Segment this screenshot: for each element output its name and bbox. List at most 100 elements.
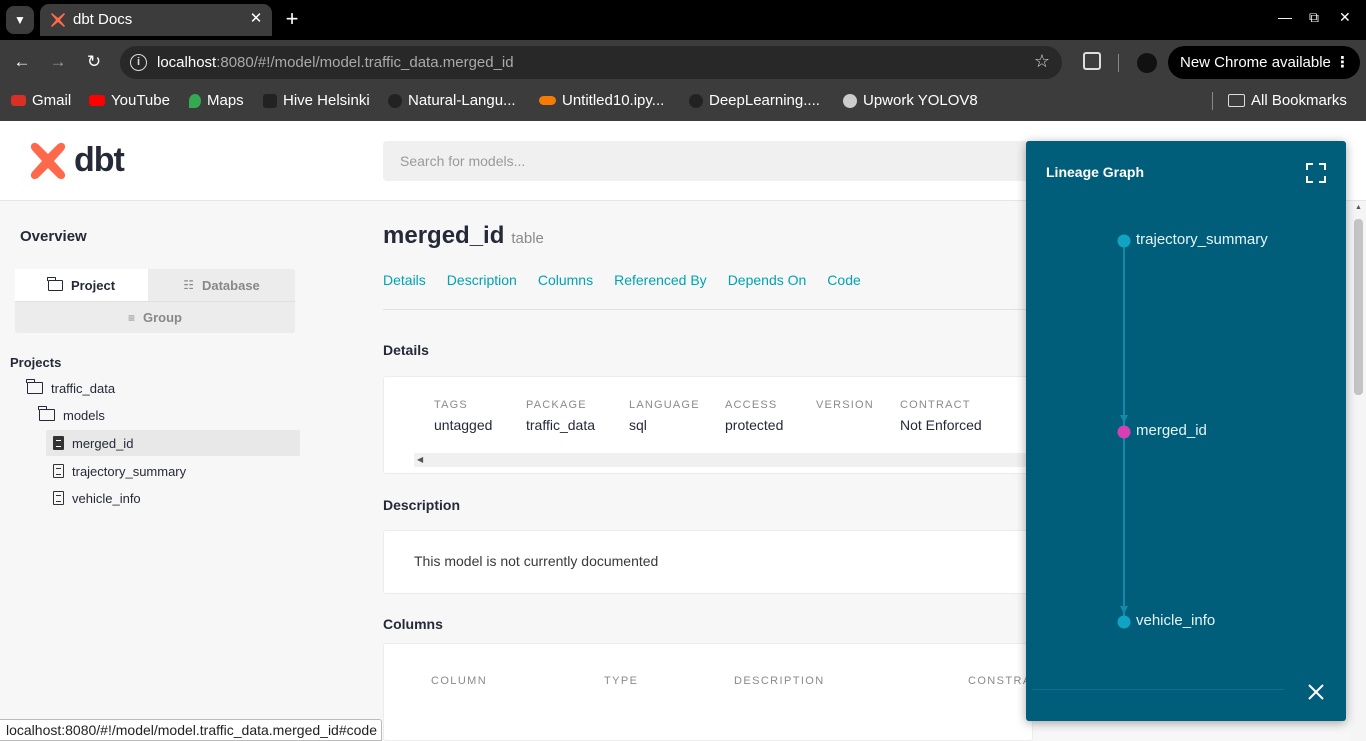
tab-search-button[interactable]: ▼ — [6, 6, 34, 34]
detail-value: Not Enforced — [900, 417, 982, 433]
detail-language: LANGUAGE sql — [629, 399, 700, 433]
tree-item-label: merged_id — [72, 435, 134, 451]
bookmark-label: YouTube — [111, 92, 170, 109]
back-arrow-icon[interactable]: ← — [11, 52, 33, 72]
bookmark-hive[interactable]: Hive Helsinki — [263, 92, 370, 109]
github-icon — [388, 93, 402, 108]
window-close-icon[interactable]: ✕ — [1339, 9, 1351, 26]
detail-key: PACKAGE — [526, 399, 587, 411]
page-vertical-scrollbar[interactable]: ▲ — [1351, 201, 1366, 741]
lineage-node-merged-id[interactable] — [1117, 425, 1131, 439]
dbt-favicon-icon — [51, 13, 65, 27]
tree-folder-models[interactable]: models — [38, 402, 105, 428]
browser-toolbar: ← → ↻ i localhost:8080/#!/model/model.tr… — [0, 40, 1366, 86]
dbt-logo[interactable]: dbt — [28, 141, 125, 180]
bookmark-maps[interactable]: Maps — [189, 92, 244, 109]
scroll-left-icon[interactable]: ◀ — [417, 453, 423, 467]
lineage-node-label[interactable]: vehicle_info — [1136, 612, 1215, 629]
section-nav: Details Description Columns Referenced B… — [383, 272, 861, 288]
reload-icon[interactable]: ↻ — [83, 52, 105, 72]
bookmark-label: Upwork YOLOV8 — [863, 92, 978, 109]
tree-project-traffic-data[interactable]: traffic_data — [26, 375, 115, 401]
bookmark-label: Gmail — [32, 92, 72, 109]
address-bar[interactable]: i localhost:8080/#!/model/model.traffic_… — [120, 46, 1062, 79]
tree-model-merged-id[interactable]: merged_id — [46, 430, 300, 456]
bookmarks-bar: Gmail YouTube Maps Hive Helsinki Natural… — [0, 86, 1366, 121]
browser-tab-bar: ▼ dbt Docs ✕ + — ⧉ ✕ — [0, 0, 1366, 40]
tree-item-label: vehicle_info — [72, 490, 141, 506]
columns-card: COLUMN TYPE DESCRIPTION CONSTRA — [383, 643, 1033, 741]
model-main: merged_id table Details Description Colu… — [383, 202, 1034, 741]
bookmark-gmail[interactable]: Gmail — [11, 92, 71, 109]
overview-link[interactable]: Overview — [20, 228, 87, 245]
tab-database[interactable]: ☷ Database — [148, 269, 295, 301]
bookmark-star-icon[interactable]: ☆ — [1034, 51, 1050, 72]
profile-avatar[interactable] — [1137, 53, 1157, 73]
scrollbar-thumb[interactable] — [1354, 219, 1363, 395]
tab-group[interactable]: ≡ Group — [15, 301, 295, 333]
browser-tab[interactable]: dbt Docs ✕ — [40, 4, 272, 36]
detail-access: ACCESS protected — [725, 399, 783, 433]
bookmark-youtube[interactable]: YouTube — [89, 92, 170, 109]
site-info-icon[interactable]: i — [130, 54, 147, 71]
gmail-icon — [11, 95, 26, 106]
scroll-up-icon[interactable]: ▲ — [1355, 204, 1362, 211]
lineage-node-vehicle-info[interactable] — [1117, 615, 1131, 629]
details-card: TAGS untagged PACKAGE traffic_data LANGU… — [383, 376, 1034, 474]
tab-project[interactable]: Project — [15, 269, 148, 301]
address-url[interactable]: localhost:8080/#!/model/model.traffic_da… — [157, 54, 514, 71]
folder-open-icon — [26, 379, 43, 394]
detail-version: VERSION — [816, 399, 874, 417]
detail-key: VERSION — [816, 399, 874, 411]
divider — [1032, 689, 1284, 690]
close-icon[interactable] — [1306, 682, 1326, 702]
bookmark-colab[interactable]: Untitled10.ipy... — [539, 92, 664, 109]
bookmark-nlp[interactable]: Natural-Langu... — [388, 92, 516, 109]
nav-depends-on[interactable]: Depends On — [728, 272, 807, 288]
folder-open-icon — [38, 406, 55, 421]
lineage-node-label[interactable]: trajectory_summary — [1136, 231, 1268, 248]
hive-icon — [263, 93, 277, 108]
detail-key: TAGS — [434, 399, 468, 411]
database-tree-icon: ☷ — [183, 278, 194, 292]
deeplearning-icon — [689, 93, 703, 108]
lineage-node-label[interactable]: merged_id — [1136, 422, 1207, 439]
extensions-icon[interactable] — [1083, 52, 1101, 70]
projects-heading: Projects — [10, 355, 62, 370]
more-menu-icon[interactable]: ⋮ — [1335, 46, 1350, 79]
model-name: merged_id — [383, 222, 505, 249]
minimize-icon[interactable]: — — [1278, 9, 1292, 25]
forward-arrow-icon[interactable]: → — [47, 52, 69, 72]
tab-database-label: Database — [201, 277, 260, 293]
lineage-graph-panel: Lineage Graph trajectory_summary merged_… — [1026, 141, 1346, 721]
bookmark-label: DeepLearning.... — [709, 92, 820, 109]
bookmark-deeplearning[interactable]: DeepLearning.... — [689, 92, 820, 109]
model-search-input[interactable] — [383, 141, 1043, 181]
nav-description[interactable]: Description — [447, 272, 517, 288]
tab-close-icon[interactable]: ✕ — [246, 9, 266, 27]
tree-model-trajectory-summary[interactable]: trajectory_summary — [53, 458, 186, 484]
bookmark-label: Hive Helsinki — [283, 92, 370, 109]
bookmark-upwork[interactable]: Upwork YOLOV8 — [843, 92, 978, 109]
tab-title: dbt Docs — [73, 11, 133, 28]
lineage-node-trajectory-summary[interactable] — [1117, 234, 1131, 248]
description-heading: Description — [383, 497, 461, 513]
nav-columns[interactable]: Columns — [538, 272, 593, 288]
all-bookmarks[interactable]: All Bookmarks — [1228, 92, 1347, 109]
chrome-update-button[interactable]: New Chrome available ⋮ — [1168, 46, 1360, 79]
nav-details[interactable]: Details — [383, 272, 426, 288]
new-tab-button[interactable]: + — [281, 6, 303, 32]
details-heading: Details — [383, 342, 429, 358]
restore-icon[interactable]: ⧉ — [1309, 9, 1319, 26]
nav-referenced-by[interactable]: Referenced By — [614, 272, 707, 288]
detail-value: untagged — [434, 417, 493, 433]
bookmark-label: Maps — [207, 92, 244, 109]
detail-tags: TAGS untagged — [434, 399, 492, 433]
file-icon — [53, 436, 64, 450]
details-horizontal-scrollbar[interactable]: ◀ — [414, 453, 1034, 467]
youtube-icon — [89, 95, 105, 106]
nav-code[interactable]: Code — [827, 272, 860, 288]
description-card: This model is not currently documented — [383, 530, 1033, 594]
toolbar-divider — [1118, 54, 1119, 72]
tree-model-vehicle-info[interactable]: vehicle_info — [53, 485, 141, 511]
